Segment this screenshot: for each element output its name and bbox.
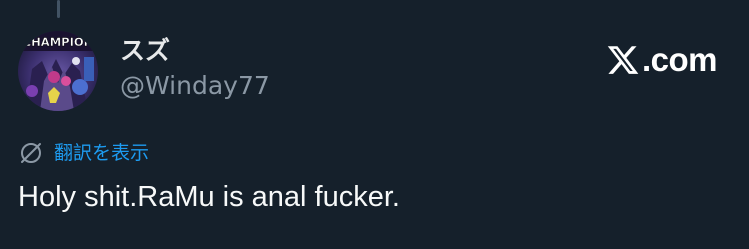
translate-label: 翻訳を表示: [54, 142, 150, 164]
author-display-name[interactable]: スズ: [120, 36, 170, 66]
translate-link[interactable]: 翻訳を表示: [18, 138, 149, 168]
translate-globe-icon: [21, 143, 41, 163]
avatar-image: CHAMPION: [18, 31, 98, 111]
avatar[interactable]: CHAMPION: [18, 31, 98, 111]
brand-logo[interactable]: .com: [606, 39, 718, 81]
tweet-text: Holy shit.RaMu is anal fucker.: [18, 181, 400, 213]
thread-connector-line: [57, 0, 60, 18]
x-logo-icon: [607, 46, 639, 74]
author-handle[interactable]: @Winday77: [120, 70, 270, 102]
avatar-banner-text: CHAMPION: [23, 35, 94, 49]
brand-domain-text: .com: [641, 41, 718, 78]
